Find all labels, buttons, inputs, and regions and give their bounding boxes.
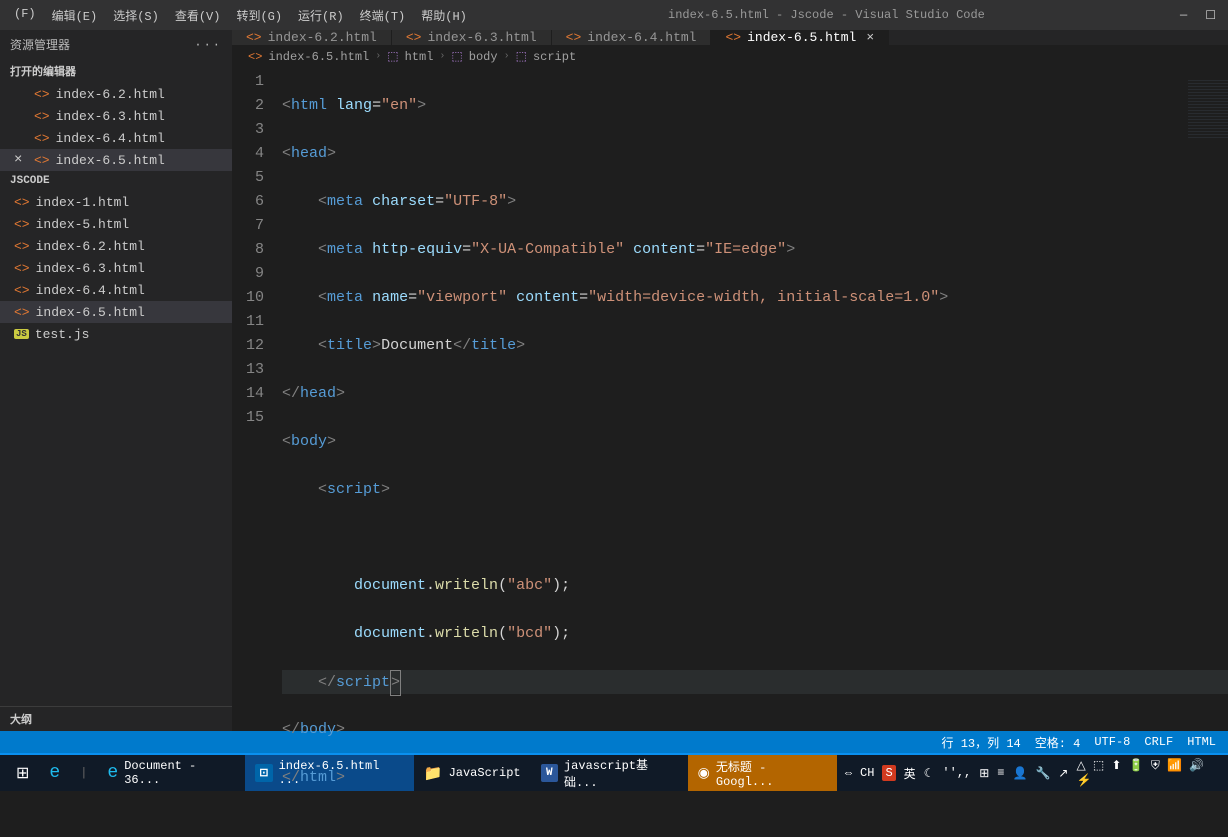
minimap[interactable]	[1188, 68, 1228, 837]
open-editor-item[interactable]: <>index-6.4.html	[0, 127, 232, 149]
html-icon: <>	[406, 30, 422, 45]
code-editor[interactable]: 123456789101112131415 <html lang="en"> <…	[232, 68, 1228, 837]
html-icon: <>	[566, 30, 582, 45]
html-icon: <>	[14, 305, 30, 320]
maximize-icon[interactable]: ☐	[1205, 8, 1216, 23]
tab[interactable]: <>index-6.3.html	[392, 30, 552, 45]
html-icon: <>	[34, 131, 50, 146]
menu-help[interactable]: 帮助(H)	[415, 3, 473, 28]
workspace-label[interactable]: JSCODE	[0, 171, 232, 191]
html-icon: <>	[248, 50, 262, 64]
html-icon: <>	[14, 261, 30, 276]
file-item[interactable]: <>index-6.2.html	[0, 235, 232, 257]
taskbar-item[interactable]: eDocument - 36...	[97, 755, 245, 791]
html-icon: <>	[34, 87, 50, 102]
titlebar: (F) 编辑(E) 选择(S) 查看(V) 转到(G) 运行(R) 终端(T) …	[0, 0, 1228, 30]
sidebar: 资源管理器 ··· 打开的编辑器 <>index-6.2.html <>inde…	[0, 30, 232, 731]
breadcrumb[interactable]: <>index-6.5.html› ⬚html› ⬚body› ⬚script	[232, 45, 1228, 68]
menu-bar: (F) 编辑(E) 选择(S) 查看(V) 转到(G) 运行(R) 终端(T) …	[8, 3, 473, 28]
file-item[interactable]: <>index-6.4.html	[0, 279, 232, 301]
file-item[interactable]: <>index-5.html	[0, 213, 232, 235]
html-icon: <>	[34, 153, 50, 168]
outline-section[interactable]: 大纲	[0, 706, 232, 731]
block-icon: ⬚	[387, 49, 398, 64]
file-item[interactable]: JStest.js	[0, 323, 232, 345]
html-icon: <>	[246, 30, 262, 45]
html-icon: <>	[14, 239, 30, 254]
block-icon: ⬚	[451, 49, 462, 64]
menu-edit[interactable]: 编辑(E)	[46, 3, 104, 28]
editor-area: <>index-6.2.html <>index-6.3.html <>inde…	[232, 30, 1228, 731]
menu-run[interactable]: 运行(R)	[292, 3, 350, 28]
start-button[interactable]: ⊞	[6, 763, 39, 783]
html-icon: <>	[725, 30, 741, 45]
js-icon: JS	[14, 329, 29, 339]
close-icon[interactable]: ×	[14, 152, 28, 168]
file-item[interactable]: <>index-6.3.html	[0, 257, 232, 279]
menu-terminal[interactable]: 终端(T)	[354, 3, 412, 28]
chevron-right-icon: ›	[375, 51, 381, 62]
html-icon: <>	[14, 195, 30, 210]
tab-active[interactable]: <>index-6.5.html×	[711, 30, 889, 45]
window-controls: — ☐	[1180, 8, 1220, 23]
tab[interactable]: <>index-6.4.html	[552, 30, 712, 45]
tab[interactable]: <>index-6.2.html	[232, 30, 392, 45]
html-icon: <>	[14, 283, 30, 298]
code-content[interactable]: <html lang="en"> <head> <meta charset="U…	[282, 68, 1228, 837]
open-editor-item[interactable]: <>index-6.2.html	[0, 83, 232, 105]
html-icon: <>	[34, 109, 50, 124]
taskbar-sep: |	[70, 755, 97, 791]
window-title: index-6.5.html - Jscode - Visual Studio …	[473, 8, 1180, 22]
menu-go[interactable]: 转到(G)	[230, 3, 288, 28]
menu-file[interactable]: (F)	[8, 3, 42, 28]
menu-view[interactable]: 查看(V)	[169, 3, 227, 28]
open-editor-item[interactable]: <>index-6.3.html	[0, 105, 232, 127]
file-item[interactable]: <>index-1.html	[0, 191, 232, 213]
line-gutter: 123456789101112131415	[232, 68, 282, 837]
file-item[interactable]: <>index-6.5.html	[0, 301, 232, 323]
taskbar-ie-icon[interactable]: e	[39, 755, 70, 791]
open-editor-item[interactable]: ×<>index-6.5.html	[0, 149, 232, 171]
block-icon: ⬚	[516, 49, 527, 64]
menu-select[interactable]: 选择(S)	[107, 3, 165, 28]
html-icon: <>	[14, 217, 30, 232]
explorer-title: 资源管理器	[10, 36, 70, 53]
tab-bar: <>index-6.2.html <>index-6.3.html <>inde…	[232, 30, 1228, 45]
open-editors-label[interactable]: 打开的编辑器	[0, 59, 232, 83]
minimize-icon[interactable]: —	[1180, 8, 1187, 23]
more-icon[interactable]: ···	[194, 38, 222, 52]
close-icon[interactable]: ×	[866, 30, 874, 45]
